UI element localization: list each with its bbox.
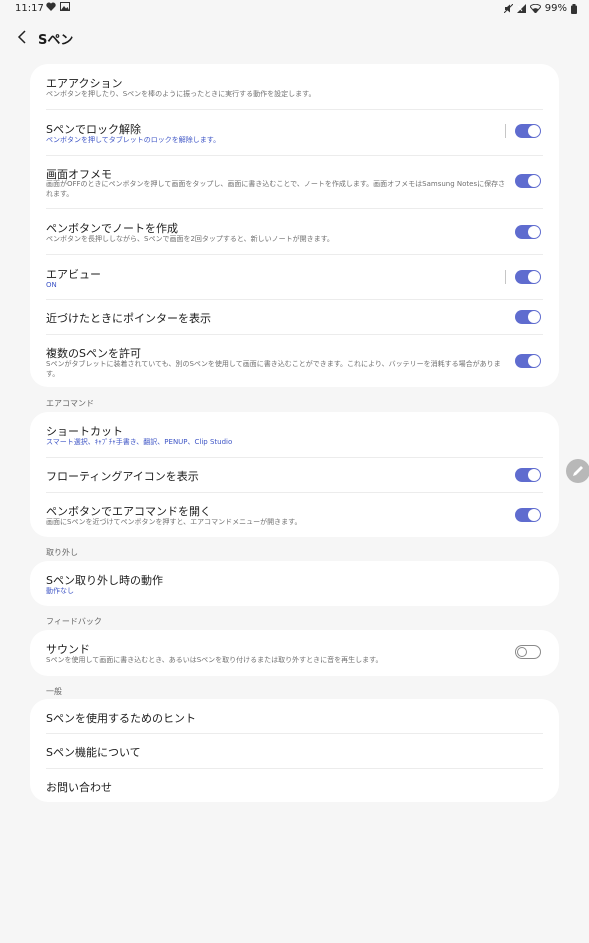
image-icon	[60, 2, 70, 11]
setting-row-unlock[interactable]: Sペンでロック解除 ペンボタンを押してタブレットのロックを解除します。	[30, 110, 559, 155]
setting-title: ペンボタンでエアコマンドを開く	[46, 505, 211, 518]
no-sound-icon	[503, 4, 513, 13]
signal-icon	[516, 4, 526, 13]
setting-row-screen-off-memo[interactable]: 画面オフメモ 画面がOFFのときにペンボタンを押して画面をタップし、画面に書き込…	[30, 156, 559, 208]
toggle-switch[interactable]	[515, 270, 541, 284]
setting-title: Sペン取り外し時の動作	[46, 574, 163, 587]
toggle-knob	[517, 647, 527, 657]
setting-title: Sペンを使用するためのヒント	[46, 712, 196, 725]
setting-subtitle: ON	[46, 281, 57, 289]
status-bar: 11:17 99%	[0, 0, 589, 18]
setting-row-contact[interactable]: お問い合わせ	[30, 769, 559, 802]
setting-row-detach-action[interactable]: Sペン取り外し時の動作 動作なし	[30, 561, 559, 606]
toggle-switch[interactable]	[515, 645, 541, 659]
section-header-detach: 取り外し	[46, 548, 78, 557]
setting-subtitle: ペンボタンを押してタブレットのロックを解除します。	[46, 136, 221, 144]
setting-row-floating-icon[interactable]: フローティングアイコンを表示	[30, 458, 559, 492]
setting-row-about[interactable]: Sペン機能について	[30, 734, 559, 768]
toggle-knob	[528, 509, 540, 521]
setting-title: お問い合わせ	[46, 781, 112, 794]
toggle-knob	[528, 469, 540, 481]
separator-line	[505, 270, 506, 284]
app-bar: Sペン	[0, 22, 589, 52]
separator-line	[505, 124, 506, 138]
setting-subtitle: Sペンがタブレットに装着されていても、別のSペンを使用して画面に書き込むことがで…	[46, 360, 501, 378]
setting-subtitle: ペンボタンを長押ししながら、Sペンで画面を2回タップすると、新しいノートが開きま…	[46, 235, 334, 243]
air-command-floating-button[interactable]	[566, 459, 589, 483]
setting-row-tips[interactable]: Sペンを使用するためのヒント	[30, 699, 559, 733]
setting-title: 近づけたときにポインターを表示	[46, 312, 211, 325]
setting-title: Sペン機能について	[46, 746, 141, 759]
setting-row-pointer[interactable]: 近づけたときにポインターを表示	[30, 300, 559, 334]
setting-subtitle: 画面にSペンを近づけてペンボタンを押すと、エアコマンドメニューが開きます。	[46, 518, 302, 526]
toggle-knob	[528, 226, 540, 238]
setting-subtitle: 動作なし	[46, 587, 74, 595]
toggle-switch[interactable]	[515, 310, 541, 324]
section-header-feedback: フィードバック	[46, 617, 102, 626]
heart-icon	[46, 2, 56, 11]
back-button[interactable]	[14, 28, 32, 46]
setting-row-open-air-command[interactable]: ペンボタンでエアコマンドを開く 画面にSペンを近づけてペンボタンを押すと、エアコ…	[30, 493, 559, 537]
toggle-switch[interactable]	[515, 354, 541, 368]
setting-row-sound[interactable]: サウンド Sペンを使用して画面に書き込むとき、あるいはSペンを取り付けるまたは取…	[30, 630, 559, 676]
toggle-knob	[528, 175, 540, 187]
toggle-switch[interactable]	[515, 468, 541, 482]
setting-row-shortcuts[interactable]: ショートカット スマート選択、ｷｬﾌﾟﾁｬ手書き、翻訳、PENUP、Clip S…	[30, 412, 559, 457]
setting-row-air-view[interactable]: エアビュー ON	[30, 255, 559, 299]
pen-icon	[573, 466, 583, 476]
battery-percent: 99%	[544, 3, 567, 14]
setting-subtitle: スマート選択、ｷｬﾌﾟﾁｬ手書き、翻訳、PENUP、Clip Studio	[46, 438, 233, 446]
toggle-switch[interactable]	[515, 225, 541, 239]
toggle-switch[interactable]	[515, 508, 541, 522]
setting-title: エアビュー	[46, 268, 101, 281]
setting-row-air-action[interactable]: エアアクション ペンボタンを押したり、Sペンを棒のように振ったときに実行する動作…	[30, 64, 559, 109]
status-right: 99%	[503, 3, 577, 14]
toggle-knob	[528, 311, 540, 323]
setting-row-pen-button-note[interactable]: ペンボタンでノートを作成 ペンボタンを長押ししながら、Sペンで画面を2回タップす…	[30, 209, 559, 254]
section-header-air-command: エアコマンド	[46, 399, 94, 408]
section-header-general: 一般	[46, 687, 62, 696]
setting-title: ショートカット	[46, 425, 123, 438]
toggle-knob	[528, 125, 540, 137]
setting-title: エアアクション	[46, 77, 123, 90]
setting-subtitle: Sペンを使用して画面に書き込むとき、あるいはSペンを取り付けるまたは取り外すとき…	[46, 656, 383, 664]
toggle-knob	[528, 355, 540, 367]
wifi-icon	[529, 4, 541, 13]
setting-row-multiple-pens[interactable]: 複数のSペンを許可 Sペンがタブレットに装着されていても、別のSペンを使用して画…	[30, 335, 559, 387]
settings-card-air-command: ショートカット スマート選択、ｷｬﾌﾟﾁｬ手書き、翻訳、PENUP、Clip S…	[30, 412, 559, 537]
setting-subtitle: 画面がOFFのときにペンボタンを押して画面をタップし、画面に書き込むことで、ノー…	[46, 180, 506, 198]
page-title: Sペン	[38, 33, 74, 48]
settings-card-general: Sペンを使用するためのヒント Sペン機能について お問い合わせ	[30, 699, 559, 802]
settings-card-main: エアアクション ペンボタンを押したり、Sペンを棒のように振ったときに実行する動作…	[30, 64, 559, 387]
settings-card-feedback: サウンド Sペンを使用して画面に書き込むとき、あるいはSペンを取り付けるまたは取…	[30, 630, 559, 676]
status-time: 11:17	[15, 3, 44, 14]
settings-card-detach: Sペン取り外し時の動作 動作なし	[30, 561, 559, 606]
setting-title: ペンボタンでノートを作成	[46, 222, 178, 235]
setting-title: Sペンでロック解除	[46, 123, 141, 136]
setting-title: 複数のSペンを許可	[46, 347, 141, 360]
toggle-switch[interactable]	[515, 174, 541, 188]
back-arrow-icon	[17, 30, 26, 44]
toggle-switch[interactable]	[515, 124, 541, 138]
setting-subtitle: ペンボタンを押したり、Sペンを棒のように振ったときに実行する動作を設定します。	[46, 90, 316, 98]
battery-icon	[571, 3, 577, 14]
setting-title: サウンド	[46, 643, 90, 656]
toggle-knob	[528, 271, 540, 283]
setting-title: フローティングアイコンを表示	[46, 470, 199, 483]
status-left-icons	[46, 2, 70, 11]
